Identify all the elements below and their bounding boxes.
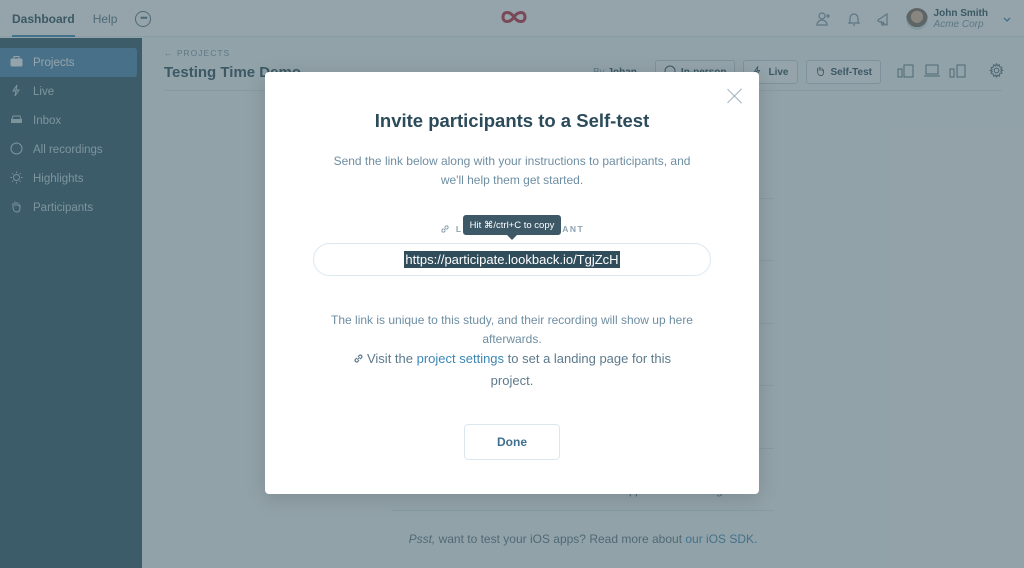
project-settings-note: Visit the project settings to set a land… — [335, 348, 689, 391]
project-settings-link[interactable]: project settings — [417, 351, 504, 366]
participant-link-url[interactable]: https://participate.lookback.io/TgjZcH — [404, 251, 620, 268]
link-icon — [440, 224, 450, 236]
invite-modal: Invite participants to a Self-test Send … — [265, 72, 759, 494]
done-button[interactable]: Done — [464, 424, 560, 460]
link-icon — [353, 349, 364, 370]
modal-title: Invite participants to a Self-test — [374, 110, 650, 131]
participant-link-input[interactable]: https://participate.lookback.io/TgjZcH — [313, 243, 711, 276]
link-note: The link is unique to this study, and th… — [331, 313, 693, 346]
modal-subtitle: Send the link below along with your inst… — [333, 154, 691, 187]
close-icon[interactable] — [727, 88, 743, 104]
copy-tooltip: Hit ⌘/ctrl+C to copy — [463, 215, 561, 240]
